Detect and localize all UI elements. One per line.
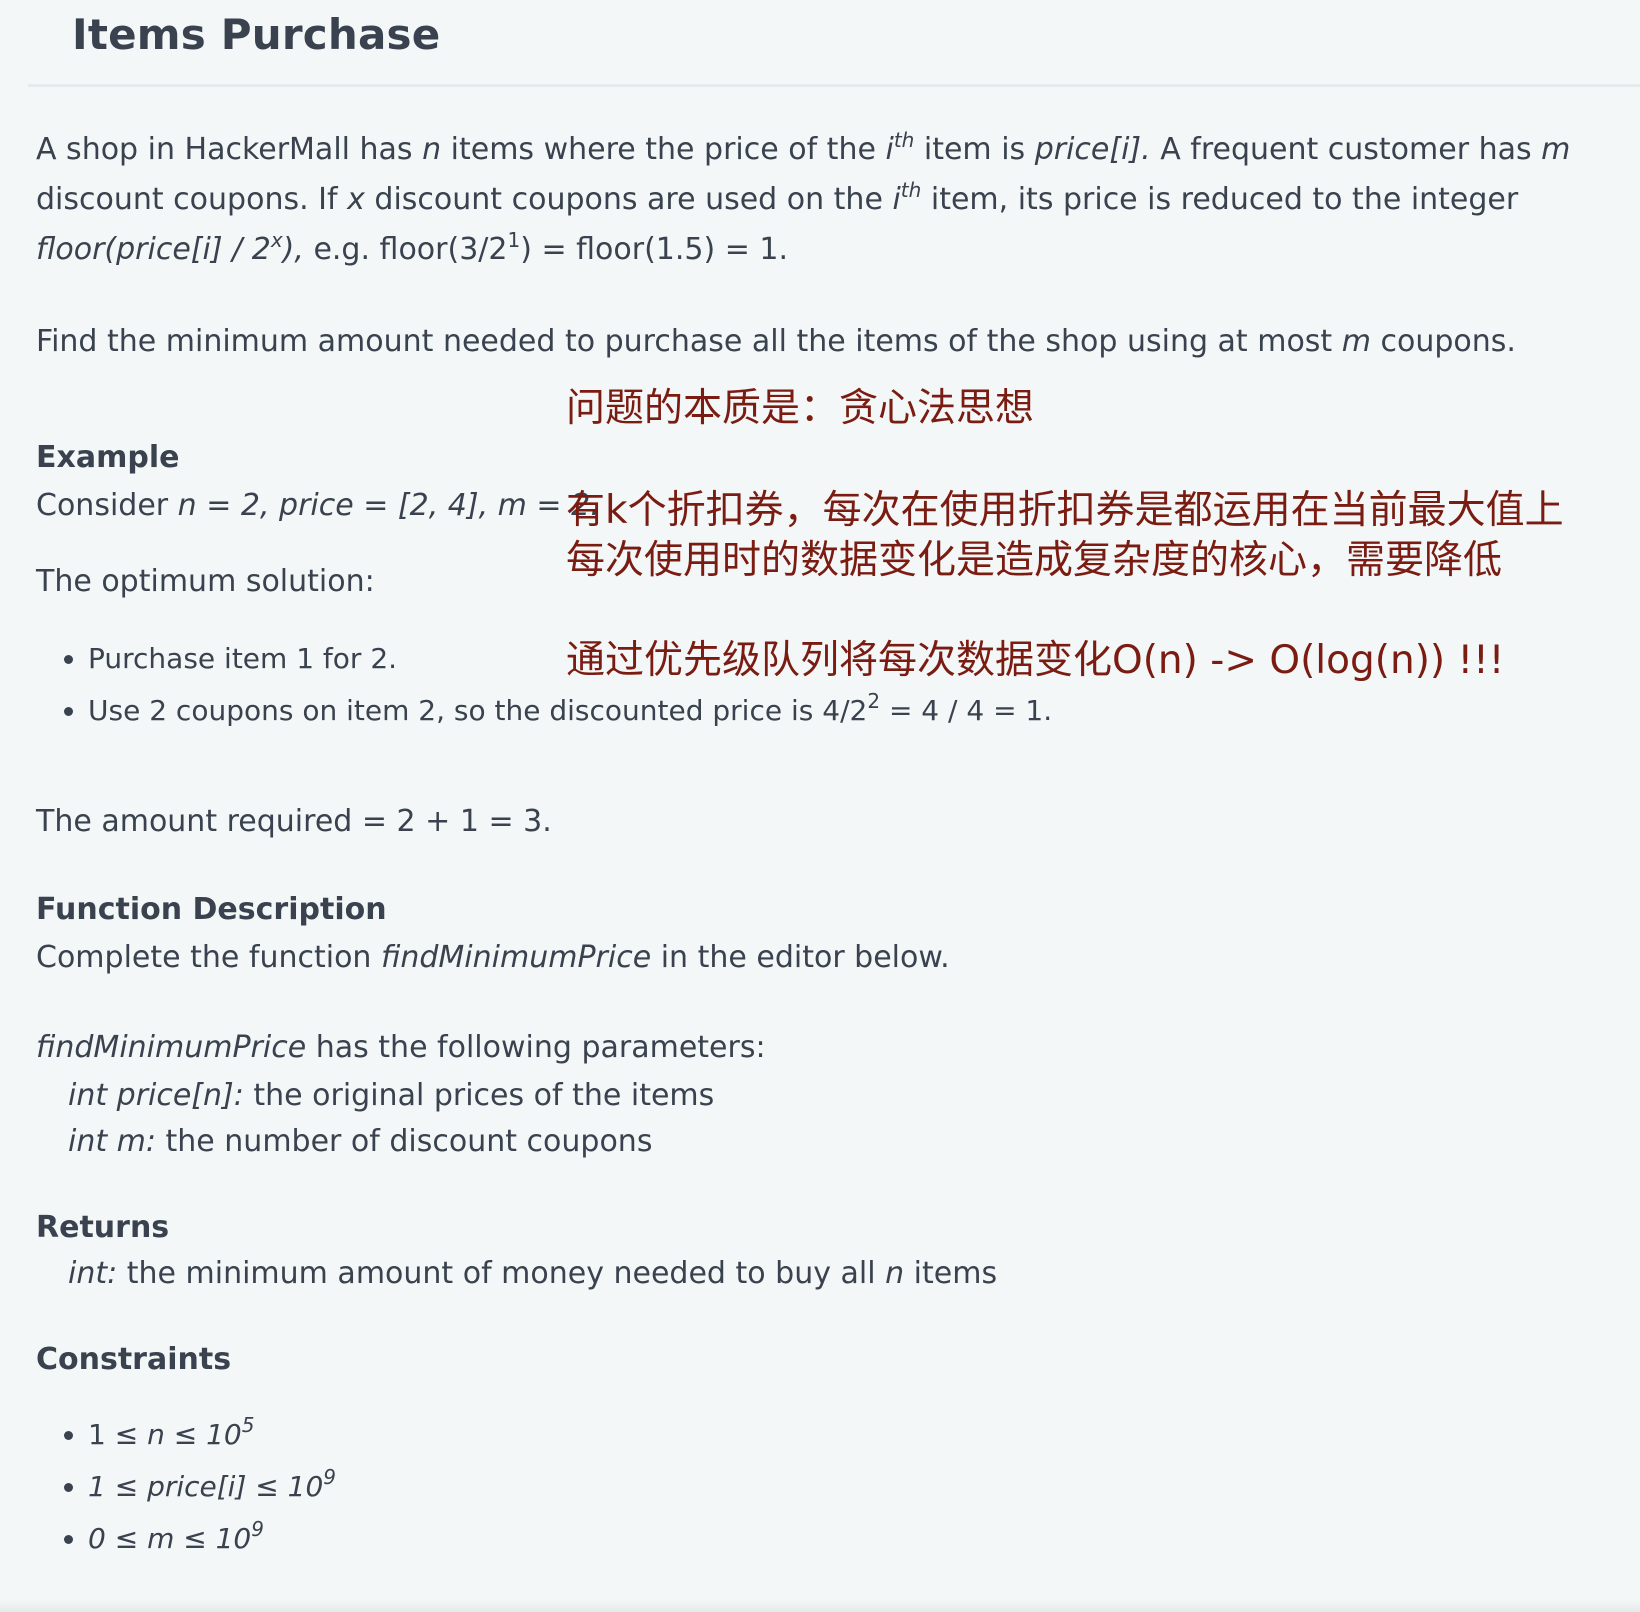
function-description-heading: Function Description [36,892,387,927]
annotation-line-3: 每次使用时的数据变化是造成复杂度的核心，需要降低 [566,538,1503,583]
problem-statement: A shop in HackerMall has n items where t… [36,125,1596,1565]
task-paragraph: Find the minimum amount needed to purcha… [36,324,1516,359]
returns-text: int: the minimum amount of money needed … [68,1256,998,1291]
parameters-intro: findMinimumPrice has the following param… [36,1030,766,1065]
constraints-heading: Constraints [36,1342,232,1377]
list-item: Use 2 coupons on item 2, so the discount… [88,685,1596,737]
annotation-line-4: 通过优先级队列将每次数据变化O(n) -> O(log(n)) !!! [566,638,1505,683]
bottom-shadow [0,1600,1640,1612]
constraints-list: 1 ≤ n ≤ 105 1 ≤ price[i] ≤ 109 0 ≤ m ≤ 1… [36,1409,1596,1565]
annotation-line-1: 问题的本质是：贪心法思想 [566,386,1035,431]
complete-function-text: Complete the function findMinimumPrice i… [36,940,950,975]
intro-paragraph: A shop in HackerMall has n items where t… [36,128,1571,267]
page-title: Items Purchase [72,10,441,59]
list-item: 0 ≤ m ≤ 109 [88,1513,1596,1565]
amount-required: The amount required = 2 + 1 = 3. [36,804,552,839]
list-item: 1 ≤ n ≤ 105 [88,1409,1596,1461]
example-heading: Example [36,440,180,475]
annotation-line-2: 有k个折扣券，每次在使用折扣券是都运用在当前最大值上 [566,488,1564,533]
returns-heading: Returns [36,1210,170,1245]
param-price: int price[n]: the original prices of the… [68,1078,715,1113]
param-m: int m: the number of discount coupons [68,1124,653,1159]
list-item: 1 ≤ price[i] ≤ 109 [88,1461,1596,1513]
title-divider [28,84,1640,87]
